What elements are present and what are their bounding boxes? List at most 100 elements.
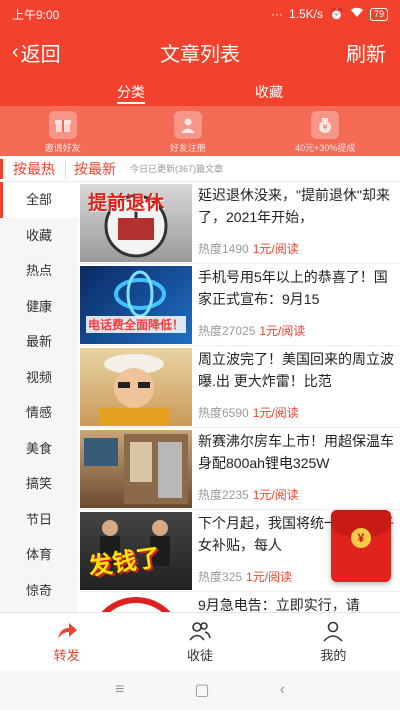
article-meta: 热度1490 1元/阅读 [198,240,394,263]
article-title: 周立波完了！美国回来的周立波曝.出 更大炸雷！比范 [198,351,394,389]
refresh-button[interactable]: 刷新 [346,38,386,67]
alarm-icon: ⏰ [329,7,344,21]
battery-icon: 79 [369,7,388,21]
system-nav: ≡ ▢ ‹ [0,670,400,710]
bottom-nav-label: 转发 [53,648,80,663]
article-thumbnail [80,594,192,612]
portrait-icon [100,354,170,426]
red-packet-button[interactable]: ¥ [331,510,391,582]
article-meta: 热度2235 1元/阅读 [198,486,394,509]
category-item[interactable]: 收藏 [0,218,78,254]
article-thumbnail [80,430,192,508]
article-thumbnail: 发钱了 [80,512,192,590]
category-item[interactable]: 情感 [0,395,78,431]
article-row[interactable]: 周立波完了！美国回来的周立波曝.出 更大炸雷！比范 热度6590 1元/阅读 [80,346,400,428]
chevron-left-icon: ‹ [12,41,19,63]
heat-count: 热度325 [198,570,243,584]
promo-register-label: 好友注册 [169,143,206,153]
promo-invite: 邀请好友 [45,111,81,154]
svg-text:¥: ¥ [323,123,328,132]
reward-label: 1元/阅读 [259,324,306,338]
article-row[interactable]: 新赛沸尔房车上市！用超保温车身配800ah锂电325W 热度2235 1元/阅读 [80,428,400,510]
tab-favorites[interactable]: 收藏 [255,76,283,106]
article-title: 新赛沸尔房车上市！用超保温车身配800ah锂电325W [198,433,394,471]
money-bag-icon: ¥ [311,111,340,139]
sort-new-button[interactable]: 按最新 [65,158,124,179]
nav-bar: ‹ 返回 文章列表 刷新 [0,28,400,76]
bottom-nav-label: 我的 [320,648,347,663]
sort-hot-button[interactable]: 按最热 [0,158,65,179]
category-item[interactable]: 健康 [0,289,78,325]
article-thumbnail: 提前退休 [80,184,192,262]
heat-count: 热度27025 [198,324,256,338]
rv-interior-icon [84,434,188,504]
wifi-icon [350,7,364,21]
person-icon [323,621,343,642]
bottom-nav-apprentice[interactable]: 收徒 [133,613,266,670]
category-item[interactable]: 美食 [0,431,78,467]
article-thumbnail: 电话费全面降低！ [80,266,192,344]
gift-icon [48,111,77,139]
back-nav-icon[interactable]: ‹ [280,681,285,699]
article-row[interactable]: 提前退休 延迟退休没来，"提前退休"却来了，2021年开始， 热度1490 1元/… [80,182,400,264]
reward-label: 1元/阅读 [246,570,293,584]
bottom-nav: 转发 收徒 我的 [0,612,400,670]
user-card-icon [173,111,202,139]
users-icon [189,622,211,641]
bottom-nav-share[interactable]: 转发 [0,613,133,670]
category-item[interactable]: 视频 [0,360,78,396]
article-body: 延迟退休没来，"提前退休"却来了，2021年开始， 热度1490 1元/阅读 [192,182,400,263]
reward-label: 1元/阅读 [252,406,299,420]
article-row[interactable]: 电话费全面降低！ 手机号用5年以上的恭喜了！国家正式宣布：9月15 热度2702… [80,264,400,346]
article-title: 手机号用5年以上的恭喜了！国家正式宣布：9月15 [198,269,388,307]
status-time: 上午9:00 [12,7,60,22]
back-button[interactable]: ‹ 返回 [12,38,61,67]
red-circle-icon [101,597,171,612]
category-item[interactable]: 搞笑 [0,466,78,502]
menu-icon[interactable]: ≡ [115,681,124,699]
category-item[interactable]: 最新 [0,324,78,360]
heat-count: 热度1490 [198,242,249,256]
category-item[interactable]: 惊奇 [0,573,78,609]
share-arrow-icon [57,623,77,639]
article-meta: 热度27025 1元/阅读 [198,322,394,345]
heat-count: 热度2235 [198,488,249,502]
heat-count: 热度6590 [198,406,249,420]
bottom-nav-label: 收徒 [186,648,213,663]
article-row[interactable]: 9月急电告：立即实行，请 [80,592,400,612]
promo-banner[interactable]: 邀请好友 好友注册 ¥ 40元+30%提成 [0,106,400,156]
article-meta: 热度6590 1元/阅读 [198,404,394,427]
category-item[interactable]: 全部 [0,182,78,218]
status-icons: ··· 1.5K/s ⏰ 79 [271,7,388,21]
back-label: 返回 [20,44,61,66]
update-note: 今日已更新(367)篇文章 [130,164,224,174]
reward-label: 1元/阅读 [252,488,299,502]
article-title: 延迟退休没来，"提前退休"却来了，2021年开始， [198,187,390,225]
tab-category[interactable]: 分类 [117,76,145,106]
article-thumbnail [80,348,192,426]
promo-invite-label: 邀请好友 [44,143,81,153]
promo-commission: ¥ 40元+30%提成 [295,111,355,154]
article-body: 周立波完了！美国回来的周立波曝.出 更大炸雷！比范 热度6590 1元/阅读 [192,346,400,427]
category-sidebar: 全部 收藏 热点 健康 最新 视频 情感 美食 搞笑 节日 体育 惊奇 [0,182,78,612]
article-body: 手机号用5年以上的恭喜了！国家正式宣布：9月15 热度27025 1元/阅读 [192,264,400,345]
reward-label: 1元/阅读 [252,242,299,256]
article-body: 新赛沸尔房车上市！用超保温车身配800ah锂电325W 热度2235 1元/阅读 [192,428,400,509]
article-title: 9月急电告：立即实行，请 [198,597,360,612]
bottom-nav-mine[interactable]: 我的 [267,613,400,670]
thumb-caption: 电话费全面降低！ [86,316,187,333]
status-bar: 上午9:00 ··· 1.5K/s ⏰ 79 [0,0,400,28]
network-speed: 1.5K/s [289,7,324,21]
promo-commission-label: 40元+30%提成 [295,143,356,153]
more-dots-icon: ··· [271,7,283,21]
tab-bar: 分类 收藏 [0,76,400,106]
sort-bar: 按最热 按最新 今日已更新(367)篇文章 [0,156,400,182]
category-item[interactable]: 体育 [0,537,78,573]
promo-register: 好友注册 [170,111,206,154]
category-item[interactable]: 热点 [0,253,78,289]
home-icon[interactable]: ▢ [194,680,209,700]
category-item[interactable]: 节日 [0,502,78,538]
yuan-coin-icon: ¥ [351,528,371,548]
thumb-caption: 提前退休 [88,193,165,214]
article-body: 9月急电告：立即实行，请 [192,592,400,612]
